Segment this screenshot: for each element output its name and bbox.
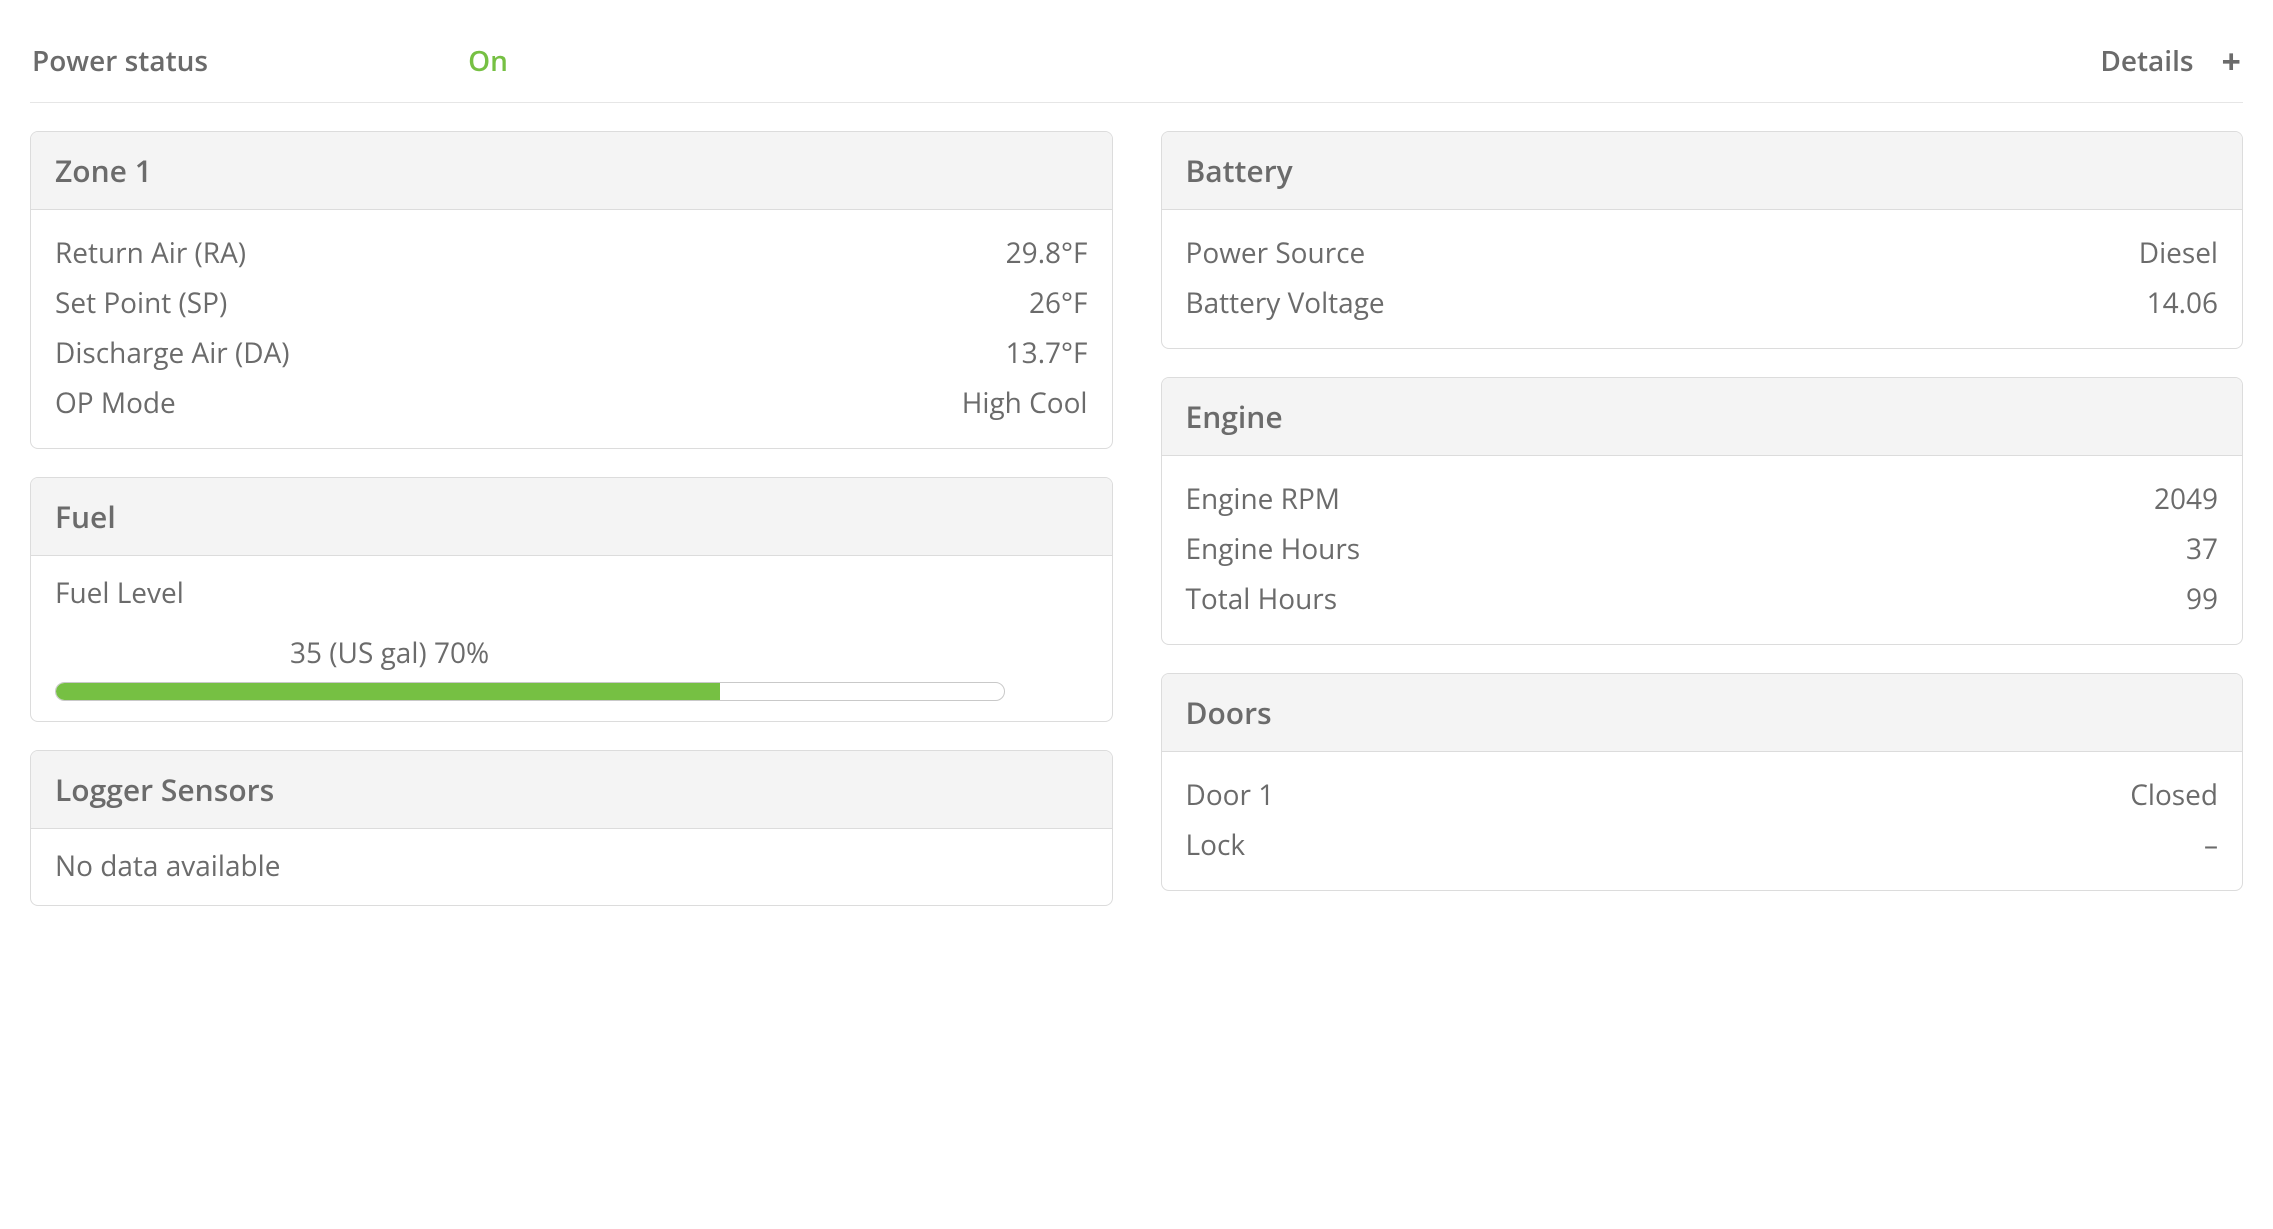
lock-row: Lock –	[1186, 820, 2219, 870]
expand-details-button[interactable]: +	[2222, 44, 2241, 78]
power-source-value: Diesel	[2139, 232, 2218, 274]
door1-row: Door 1 Closed	[1186, 770, 2219, 820]
logger-sensors-title: Logger Sensors	[31, 751, 1112, 829]
battery-voltage-value: 14.06	[2147, 282, 2218, 324]
fuel-title: Fuel	[31, 478, 1112, 556]
fuel-card: Fuel Fuel Level 35 (US gal) 70%	[30, 477, 1113, 722]
power-source-label: Power Source	[1186, 232, 1366, 274]
engine-title: Engine	[1162, 378, 2243, 456]
doors-card: Doors Door 1 Closed Lock –	[1161, 673, 2244, 891]
zone1-op-mode-row: OP Mode High Cool	[55, 378, 1088, 428]
zone1-title: Zone 1	[31, 132, 1112, 210]
engine-rpm-row: Engine RPM 2049	[1186, 474, 2219, 524]
power-status-value: On	[468, 42, 508, 80]
battery-title: Battery	[1162, 132, 2243, 210]
dashboard-columns: Zone 1 Return Air (RA) 29.8°F Set Point …	[30, 131, 2243, 906]
logger-no-data: No data available	[55, 847, 1088, 885]
total-hours-row: Total Hours 99	[1186, 574, 2219, 624]
zone1-card: Zone 1 Return Air (RA) 29.8°F Set Point …	[30, 131, 1113, 449]
fuel-level-text: 35 (US gal) 70%	[55, 634, 1088, 672]
engine-hours-value: 37	[2186, 528, 2218, 570]
battery-voltage-row: Battery Voltage 14.06	[1186, 278, 2219, 328]
total-hours-label: Total Hours	[1186, 578, 1338, 620]
op-mode-value: High Cool	[962, 382, 1088, 424]
door1-value: Closed	[2130, 774, 2218, 816]
battery-card: Battery Power Source Diesel Battery Volt…	[1161, 131, 2244, 349]
fuel-progress-bar	[55, 682, 1005, 701]
fuel-progress-fill	[56, 683, 720, 700]
door1-label: Door 1	[1186, 774, 1275, 816]
power-status-label: Power status	[32, 42, 208, 80]
lock-label: Lock	[1186, 824, 1246, 866]
battery-power-source-row: Power Source Diesel	[1186, 228, 2219, 278]
lock-value: –	[2204, 824, 2218, 866]
op-mode-label: OP Mode	[55, 382, 176, 424]
fuel-level-label: Fuel Level	[55, 574, 1088, 612]
engine-card: Engine Engine RPM 2049 Engine Hours 37 T…	[1161, 377, 2244, 645]
left-column: Zone 1 Return Air (RA) 29.8°F Set Point …	[30, 131, 1113, 906]
return-air-value: 29.8°F	[1006, 232, 1088, 274]
total-hours-value: 99	[2186, 578, 2218, 620]
engine-rpm-label: Engine RPM	[1186, 478, 1340, 520]
zone1-discharge-air-row: Discharge Air (DA) 13.7°F	[55, 328, 1088, 378]
engine-hours-label: Engine Hours	[1186, 528, 1361, 570]
doors-title: Doors	[1162, 674, 2243, 752]
details-label: Details	[2100, 42, 2193, 80]
zone1-set-point-row: Set Point (SP) 26°F	[55, 278, 1088, 328]
right-column: Battery Power Source Diesel Battery Volt…	[1161, 131, 2244, 891]
return-air-label: Return Air (RA)	[55, 232, 246, 274]
status-header: Power status On Details +	[30, 30, 2243, 103]
battery-voltage-label: Battery Voltage	[1186, 282, 1385, 324]
zone1-return-air-row: Return Air (RA) 29.8°F	[55, 228, 1088, 278]
discharge-air-value: 13.7°F	[1006, 332, 1088, 374]
engine-hours-row: Engine Hours 37	[1186, 524, 2219, 574]
engine-rpm-value: 2049	[2154, 478, 2218, 520]
set-point-label: Set Point (SP)	[55, 282, 227, 324]
discharge-air-label: Discharge Air (DA)	[55, 332, 290, 374]
logger-sensors-card: Logger Sensors No data available	[30, 750, 1113, 906]
set-point-value: 26°F	[1029, 282, 1087, 324]
